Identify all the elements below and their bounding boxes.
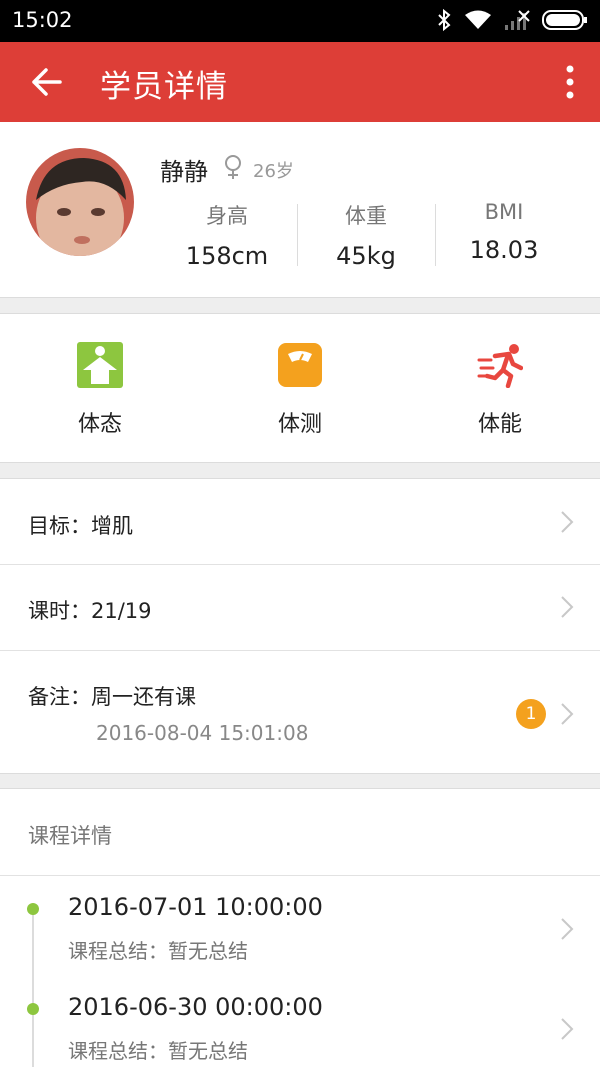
course-datetime: 2016-06-30 00:00:00	[68, 993, 323, 1021]
chevron-right-icon	[561, 1018, 574, 1040]
status-bar: 15:02	[0, 0, 600, 42]
metric-value: 18.03	[469, 236, 539, 264]
battery-icon	[542, 10, 587, 30]
lessons-text: 课时：21/19	[28, 599, 152, 623]
metric-weight: 体重 45kg	[297, 200, 435, 270]
back-button[interactable]	[26, 62, 68, 102]
category-label: 体能	[477, 412, 522, 437]
avatar[interactable]	[26, 148, 134, 256]
category-fitness[interactable]: 体能	[400, 314, 600, 464]
course-datetime: 2016-07-01 10:00:00	[68, 893, 323, 921]
metric-label: BMI	[484, 200, 524, 224]
more-button[interactable]	[562, 64, 578, 100]
metric-bmi: BMI 18.03	[435, 200, 573, 264]
signal-icon	[505, 10, 530, 30]
chevron-right-icon	[561, 596, 574, 618]
female-icon	[225, 155, 241, 179]
note-row[interactable]: 备注：周一还有课 2016-08-04 15:01:08 1	[0, 651, 600, 775]
note-text: 备注：周一还有课	[28, 685, 196, 709]
page-title: 学员详情	[100, 69, 228, 105]
course-summary: 课程总结：暂无总结	[68, 1039, 248, 1063]
timeline-dot	[27, 1003, 39, 1015]
goal-text: 目标：增肌	[28, 514, 133, 538]
category-label: 体态	[77, 412, 122, 437]
posture-icon	[77, 342, 123, 388]
category-bar: 体态 体测 体能	[0, 313, 600, 463]
note-timestamp: 2016-08-04 15:01:08	[96, 721, 309, 745]
arrow-left-icon	[32, 68, 62, 96]
status-icons	[436, 8, 588, 32]
timeline-dot	[27, 903, 39, 915]
avatar-photo	[26, 148, 134, 256]
chevron-right-icon	[561, 703, 574, 725]
lessons-row[interactable]: 课时：21/19	[0, 565, 600, 650]
metric-label: 身高	[206, 204, 248, 228]
app-bar: 学员详情	[0, 42, 600, 122]
category-posture[interactable]: 体态	[0, 314, 200, 464]
metric-height: 身高 158cm	[158, 200, 296, 270]
student-info-list: 目标：增肌 课时：21/19 备注：周一还有课 2016-08-04 15:01…	[0, 478, 600, 774]
category-label: 体测	[277, 412, 322, 437]
chevron-right-icon	[561, 918, 574, 940]
course-entry[interactable]: 2016-06-30 00:00:00 课程总结：暂无总结	[0, 975, 600, 1067]
chevron-right-icon	[561, 511, 574, 533]
metric-value: 45kg	[336, 242, 396, 270]
category-body-test[interactable]: 体测	[200, 314, 400, 464]
status-time: 15:02	[12, 8, 73, 32]
profile-card: 静静 26岁 身高 158cm 体重 45kg BMI 18.03	[0, 122, 600, 298]
scale-icon	[278, 343, 322, 387]
student-age: 26岁	[253, 161, 294, 182]
course-summary: 课程总结：暂无总结	[68, 939, 248, 963]
wifi-icon	[465, 10, 491, 29]
metric-value: 158cm	[185, 242, 269, 270]
goal-row[interactable]: 目标：增肌	[0, 479, 600, 564]
more-vertical-icon	[566, 65, 574, 99]
metric-label: 体重	[345, 204, 387, 228]
course-details-section: 课程详情 2016-07-01 10:00:00 课程总结：暂无总结 2016-…	[0, 788, 600, 1067]
course-entry[interactable]: 2016-07-01 10:00:00 课程总结：暂无总结	[0, 875, 600, 975]
student-name: 静静	[160, 158, 208, 186]
unread-badge: 1	[516, 699, 546, 729]
bluetooth-icon	[438, 8, 451, 32]
section-title: 课程详情	[28, 824, 112, 848]
running-icon	[477, 344, 523, 388]
